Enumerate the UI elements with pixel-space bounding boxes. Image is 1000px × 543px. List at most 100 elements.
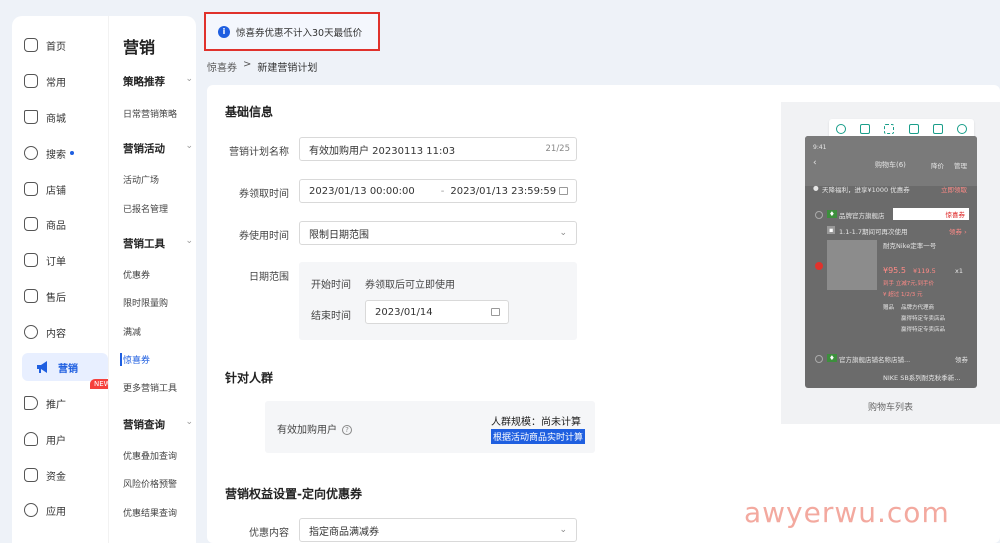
primary-sidebar: 首页 常用 商城 搜索 店铺 商品 订单 售后 内容 营销 推广 NEW 用户 … (12, 16, 115, 543)
shop2-badge-icon: ♦ (827, 354, 837, 362)
subnav-item-coupon[interactable]: 优惠券 (123, 268, 150, 281)
plan-name-input[interactable]: 有效加购用户 20230113 11:03 21/25 (299, 137, 577, 161)
chevron-down-icon: ⌄ (559, 525, 567, 535)
nav-item-funds[interactable]: 资金 (24, 461, 100, 489)
subnav-item-registered[interactable]: 已报名管理 (123, 202, 168, 215)
subnav-item-flash-sale[interactable]: 限时限量购 (123, 296, 168, 309)
preview-caption: 购物车列表 (867, 403, 913, 413)
claim-end-value: 2023/01/13 23:59:59 (450, 185, 557, 197)
subnav-item-more-tools[interactable]: 更多营销工具 (123, 381, 177, 394)
nav-item-home[interactable]: 首页 (24, 31, 100, 59)
breadcrumb-current: 新建营销计划 (257, 63, 318, 74)
settings-icon[interactable] (956, 124, 967, 134)
content-icon (24, 325, 38, 339)
chevron-down-icon: ⌄ (185, 236, 193, 246)
date-range-panel: 开始时间 券领取后可立即使用 结束时间 2023/01/14 (299, 262, 577, 340)
nav-item-content[interactable]: 内容 (24, 318, 100, 346)
phone-promo-link: 立即领取 (941, 186, 967, 194)
nav-item-aftersale[interactable]: 售后 (24, 282, 100, 310)
wallet-icon (24, 468, 38, 482)
info-icon: i (218, 25, 230, 38)
folder-icon (24, 74, 38, 88)
subnav-item-discount[interactable]: 满减 (123, 325, 141, 338)
shop-icon (24, 110, 38, 124)
phone-time: 9:41 (813, 144, 827, 151)
nav-item-apps[interactable]: 应用 (24, 496, 100, 524)
chevron-down-icon: ⌄ (185, 141, 193, 151)
preview-panel: 9:41 ‹ 购物车(6) 降价 管理 ● 天降福利，进享¥1000 优惠券 立… (781, 102, 1000, 424)
phone-product: 耐克Nike定率一号 (883, 242, 937, 250)
help-icon[interactable]: ? (342, 425, 352, 435)
zoom-icon[interactable] (836, 124, 847, 134)
notice-text: 惊喜券优惠不计入30天最低价 (236, 27, 363, 39)
subnav-item-surprise-coupon[interactable]: 惊喜券 (120, 353, 150, 366)
benefit-content-label: 优惠内容 (249, 528, 289, 539)
claim-time-label: 券领取时间 (239, 189, 289, 200)
megaphone-icon (36, 360, 50, 374)
subnav-item-activity-plaza[interactable]: 活动广场 (123, 173, 159, 186)
benefit-content-select[interactable]: 指定商品满减券 ⌄ (299, 518, 577, 542)
section-title-basic: 基础信息 (225, 105, 274, 119)
phone-promo-line: 1.1-1.7期间可再次使用 (839, 228, 908, 236)
phone-price-note-2: ¥ 超过 1/2/3 元 (883, 292, 923, 298)
plan-name-value: 有效加购用户 20230113 11:03 (309, 145, 456, 157)
nav-item-users[interactable]: 用户 (24, 425, 100, 453)
surprise-coupon-tag: 惊喜券 (893, 208, 969, 220)
back-icon: ‹ (813, 158, 817, 168)
use-time-select[interactable]: 限制日期范围 ⌄ (299, 221, 577, 245)
goods-icon (24, 217, 38, 231)
chevron-down-icon: ⌄ (185, 417, 193, 427)
phone-action-2: 管理 (954, 162, 967, 170)
nav-item-frequent[interactable]: 常用 (24, 67, 100, 95)
subnav-group-activities[interactable]: 营销活动 ⌄ (123, 141, 193, 156)
phone-shop-2: 官方旗舰店铺名称店铺... (839, 356, 911, 364)
claim-time-range-picker[interactable]: 2023/01/13 00:00:00 - 2023/01/13 23:59:5… (299, 179, 577, 203)
subnav-group-strategy[interactable]: 策略推荐 ⌄ (123, 74, 193, 89)
nav-item-store[interactable]: 店铺 (24, 175, 100, 203)
order-icon (24, 253, 38, 267)
end-date-picker[interactable]: 2023/01/14 (365, 300, 509, 324)
shop-badge-icon: ♦ (827, 210, 837, 218)
product-thumbnail (827, 240, 877, 290)
notice-banner: i 惊喜券优惠不计入30天最低价 (204, 12, 380, 51)
subnav-title: 营销 (123, 38, 156, 57)
phone-title: 购物车(6) (875, 161, 906, 169)
nav-item-promote[interactable]: 推广 NEW (24, 379, 115, 417)
subnav-item-overlay-query[interactable]: 优惠叠加查询 (123, 449, 177, 462)
phone-gift-label: 赠品 (883, 305, 895, 311)
phone-promo-more: 领券 › (949, 228, 967, 236)
search-icon (24, 146, 38, 160)
breadcrumb-parent[interactable]: 惊喜券 (207, 59, 237, 74)
nav-item-marketing[interactable]: 营销 (22, 353, 108, 381)
claim-start-value: 2023/01/13 00:00:00 (309, 185, 415, 197)
nav-item-mall[interactable]: 商城 (24, 103, 100, 131)
nav-item-search[interactable]: 搜索 (24, 139, 100, 167)
aftersale-icon (24, 289, 38, 303)
subnav-item-daily-strategy[interactable]: 日常营销策略 (123, 107, 177, 120)
subnav-item-result-query[interactable]: 优惠结果查询 (123, 506, 177, 519)
watermark: awyerwu.com (744, 496, 950, 529)
phone-mockup: 9:41 ‹ 购物车(6) 降价 管理 ● 天降福利，进享¥1000 优惠券 立… (805, 136, 977, 388)
calculate-button[interactable]: 根据活动商品实时计算 (491, 429, 586, 444)
subnav-group-tools[interactable]: 营销工具 ⌄ (123, 236, 193, 251)
secondary-sidebar: 营销 策略推荐 ⌄ 日常营销策略 营销活动 ⌄ 活动广场 已报名管理 营销工具 ⌄ 优… (108, 16, 196, 543)
home-icon (24, 38, 38, 52)
shop2-checkbox (815, 355, 823, 363)
chevron-down-icon: ⌄ (559, 228, 567, 238)
save-icon[interactable] (908, 124, 919, 134)
copy-icon[interactable] (860, 124, 871, 134)
phone-gift-2: 赢得特定专卖店品 (901, 316, 946, 322)
phone-shop-2-action: 领券 (955, 356, 968, 364)
product-checkbox (815, 262, 823, 270)
nav-item-goods[interactable]: 商品 (24, 210, 100, 238)
subnav-item-price-warning[interactable]: 风险价格预警 (123, 477, 177, 490)
subnav-group-queries[interactable]: 营销查询 ⌄ (123, 417, 193, 432)
new-dot (70, 151, 74, 155)
benefit-content-value: 指定商品满减券 (309, 526, 379, 538)
nav-item-orders[interactable]: 订单 (24, 246, 100, 274)
use-time-value: 限制日期范围 (309, 229, 369, 241)
expand-icon[interactable] (884, 124, 895, 134)
date-range-label: 日期范围 (249, 272, 289, 283)
share-icon[interactable] (932, 124, 943, 134)
phone-gift-1: 品牌方代理商 (901, 305, 935, 311)
